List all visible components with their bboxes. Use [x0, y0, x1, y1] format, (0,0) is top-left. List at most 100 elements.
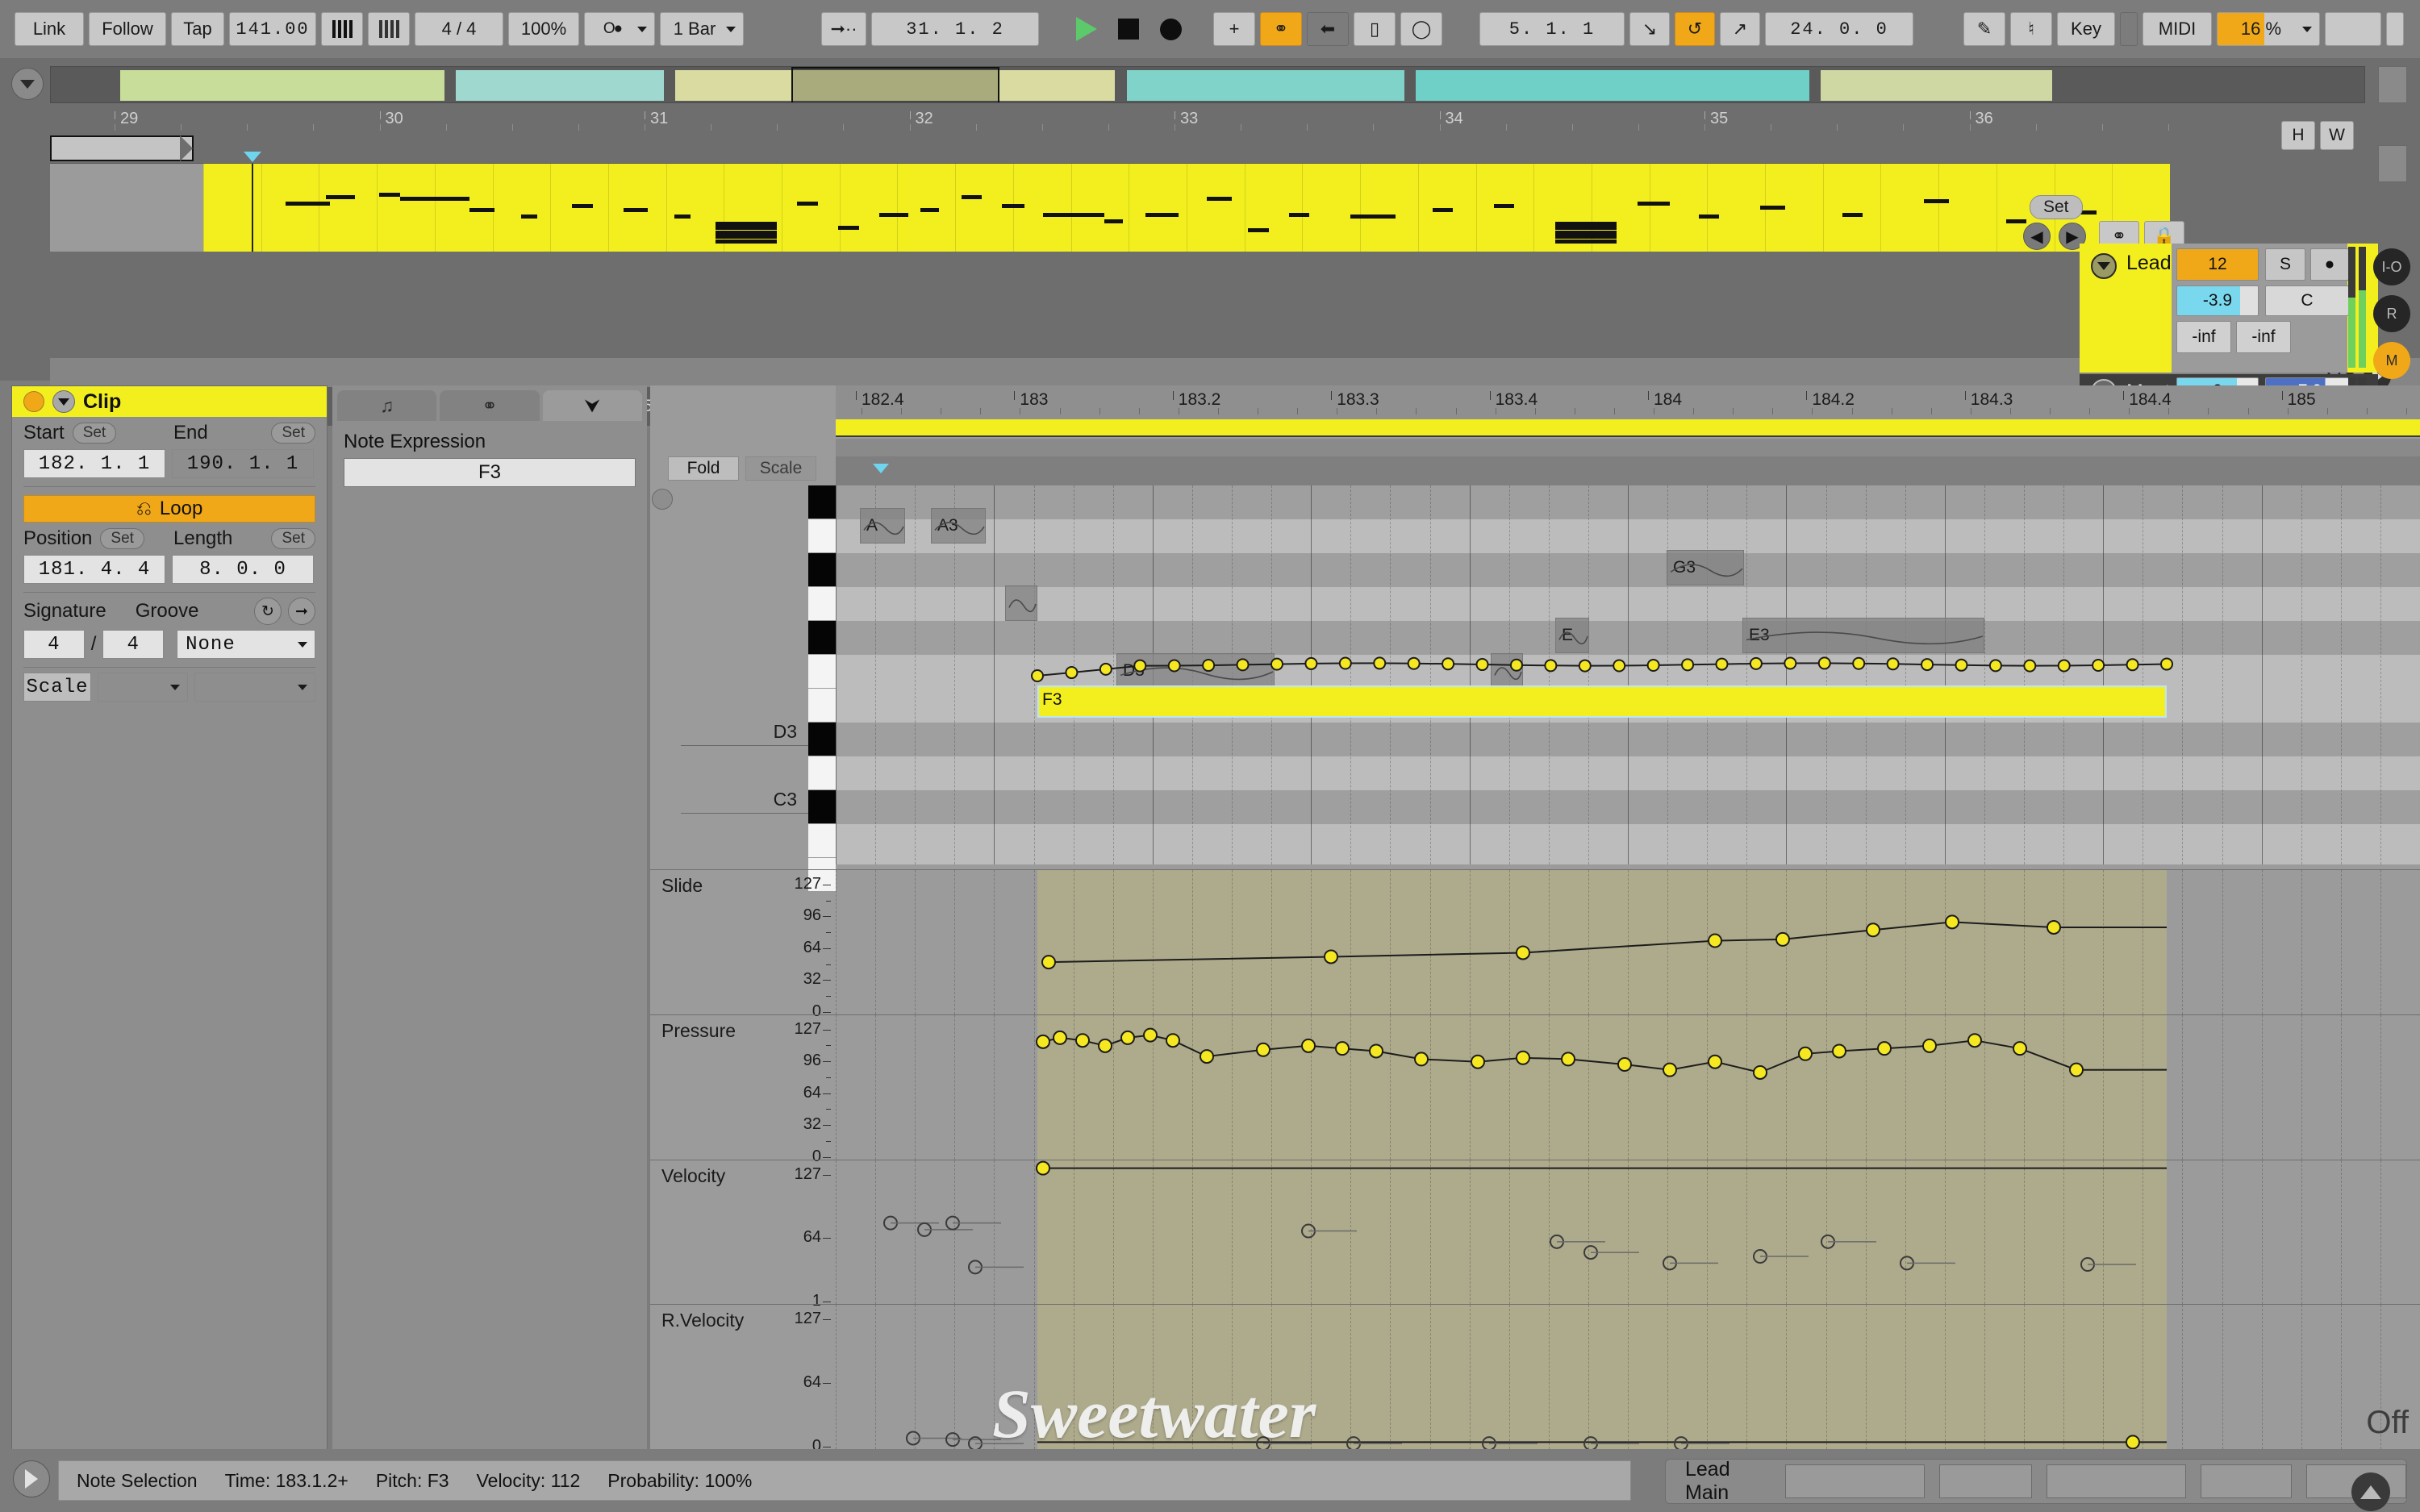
device-chip[interactable]	[2201, 1464, 2293, 1498]
scale-root-select[interactable]	[98, 673, 188, 702]
midi-bar-ruler[interactable]: 182.4 183 183.2 183.3 183.4 184 184.2 184.3 184.…	[836, 385, 2420, 419]
status-expand-icon[interactable]	[13, 1460, 50, 1497]
punch-in-icon[interactable]: ↘	[1629, 12, 1670, 46]
record-icon[interactable]	[1152, 12, 1189, 46]
groove-select[interactable]: None	[177, 630, 316, 659]
clip-position-field[interactable]: 181. 4. 4	[23, 555, 165, 584]
clip-panel-header[interactable]: Clip	[12, 386, 327, 417]
metronome-toggle-icon[interactable]	[368, 12, 410, 46]
fold-button[interactable]: Fold	[668, 456, 739, 481]
groove-commit-icon[interactable]: ➞	[288, 598, 315, 625]
arrangement-bar-ruler[interactable]: 29 30 31 32 33 34 35 36	[50, 106, 2170, 134]
record-arm-icon[interactable]: ●	[2310, 248, 2349, 281]
arrangement-overview[interactable]	[50, 66, 2365, 103]
loop-brace[interactable]	[50, 135, 194, 161]
scale-button[interactable]: Scale	[745, 456, 816, 481]
automation-arm-icon[interactable]: ⚭	[1260, 12, 1302, 46]
piano-key[interactable]	[808, 790, 836, 823]
piano-key[interactable]	[808, 587, 836, 620]
position-set-button[interactable]: Set	[100, 528, 144, 549]
ghost-note[interactable]: A	[860, 508, 905, 544]
device-chip[interactable]	[1785, 1464, 1926, 1498]
loop-toggle-button[interactable]: ⎌ Loop	[23, 495, 315, 523]
draw-mode-icon[interactable]: +	[1213, 12, 1255, 46]
loop-toggle-icon[interactable]: ↺	[1675, 12, 1715, 46]
lane-plot[interactable]	[836, 1014, 2420, 1160]
piano-key[interactable]	[808, 824, 836, 857]
device-chain-bar[interactable]: Lead Main	[1665, 1458, 2407, 1511]
clip-start-field[interactable]: 182. 1. 1	[23, 449, 165, 478]
stop-icon[interactable]	[1110, 12, 1147, 46]
signature-denominator-field[interactable]: 4	[102, 630, 165, 659]
link-button[interactable]: Link	[15, 12, 84, 46]
mixer-button[interactable]: M	[2373, 342, 2410, 379]
end-set-button[interactable]: Set	[271, 423, 315, 444]
clip-fold-icon[interactable]	[52, 390, 75, 413]
track-lane-lead-main[interactable]	[50, 163, 2170, 252]
track-width-button[interactable]: W	[2320, 121, 2354, 150]
piano-key[interactable]	[808, 756, 836, 789]
arrow-left-icon[interactable]: ◀	[2023, 223, 2051, 250]
cpu-meter[interactable]: 16 %	[2217, 12, 2320, 46]
punch-out-icon[interactable]: ↗	[1720, 12, 1760, 46]
record-quantize-select[interactable]: O●	[584, 12, 655, 46]
tap-tempo-button[interactable]: Tap	[171, 12, 224, 46]
length-set-button[interactable]: Set	[271, 528, 315, 549]
midi-clip-lead-main[interactable]	[203, 164, 2170, 252]
pencil-icon[interactable]: ✎	[1963, 12, 2005, 46]
session-record-icon[interactable]: ◯	[1400, 12, 1442, 46]
piano-key[interactable]	[808, 485, 836, 519]
metronome-icon[interactable]	[321, 12, 363, 46]
piano-roll-grid[interactable]: A A3 D3 E G3 E3 F3	[836, 485, 2420, 864]
piano-key[interactable]	[808, 519, 836, 552]
piano-key[interactable]	[808, 553, 836, 586]
selected-note[interactable]	[1037, 685, 2167, 718]
send-a-field[interactable]: -inf	[2176, 321, 2231, 353]
ghost-note[interactable]	[1491, 653, 1523, 689]
device-chip[interactable]	[2047, 1464, 2187, 1498]
loop-start-field[interactable]: 5. 1. 1	[1479, 12, 1625, 46]
overview-collapse-icon[interactable]	[11, 68, 44, 100]
capture-icon[interactable]: ▯	[1354, 12, 1396, 46]
overview-selection[interactable]	[791, 67, 999, 102]
time-signature-field[interactable]: 4 / 4	[415, 12, 503, 46]
track-unfold-icon[interactable]	[2091, 253, 2117, 279]
send-b-field[interactable]: -inf	[2236, 321, 2291, 353]
ghost-note[interactable]: G3	[1667, 550, 1744, 585]
follow-button[interactable]: Follow	[89, 12, 166, 46]
clip-activator-icon[interactable]	[23, 391, 44, 412]
device-chip[interactable]	[1939, 1464, 2033, 1498]
back-to-arrangement-icon[interactable]: ⬅	[1307, 12, 1349, 46]
loop-length-field[interactable]: 24. 0. 0	[1765, 12, 1913, 46]
show-devices-icon[interactable]	[2351, 1472, 2390, 1511]
launch-quantize-select[interactable]: 1 Bar	[660, 12, 744, 46]
piano-keys[interactable]	[808, 485, 836, 891]
ghost-note[interactable]	[1005, 585, 1037, 621]
pan-field[interactable]: C	[2265, 285, 2349, 316]
session-toggle-icon[interactable]	[2378, 145, 2407, 182]
groove-refresh-icon[interactable]: ↻	[254, 598, 282, 625]
ghost-note[interactable]: D3	[1116, 653, 1275, 689]
ghost-note[interactable]: E	[1555, 618, 1589, 653]
signature-numerator-field[interactable]: 4	[23, 630, 85, 659]
returns-button[interactable]: R	[2373, 295, 2410, 332]
browser-toggle-icon[interactable]	[2378, 66, 2407, 103]
midi-marker-strip[interactable]	[836, 456, 2420, 485]
clip-end-field[interactable]: 190. 1. 1	[172, 449, 314, 478]
note-expression-value[interactable]: F3	[344, 458, 636, 487]
clip-length-field[interactable]: 8. 0. 0	[172, 555, 314, 584]
scale-mode-select[interactable]	[194, 673, 315, 702]
tab-envelopes[interactable]: ⚭	[440, 390, 540, 421]
midi-loop-bar[interactable]	[836, 419, 2420, 437]
arrangement-position-field[interactable]: 31. 1. 2	[871, 12, 1039, 46]
ghost-note[interactable]: A3	[931, 508, 986, 544]
scale-button[interactable]: Scale	[23, 673, 91, 702]
preview-toggle-icon[interactable]	[652, 489, 673, 510]
piano-key[interactable]	[808, 689, 836, 722]
key-map-button[interactable]: Key	[2057, 12, 2115, 46]
lane-plot[interactable]	[836, 1160, 2420, 1305]
tempo-field[interactable]: 141.00	[229, 12, 316, 46]
piano-key[interactable]	[808, 621, 836, 654]
track-number[interactable]: 12	[2176, 248, 2259, 281]
piano-key[interactable]	[808, 655, 836, 688]
